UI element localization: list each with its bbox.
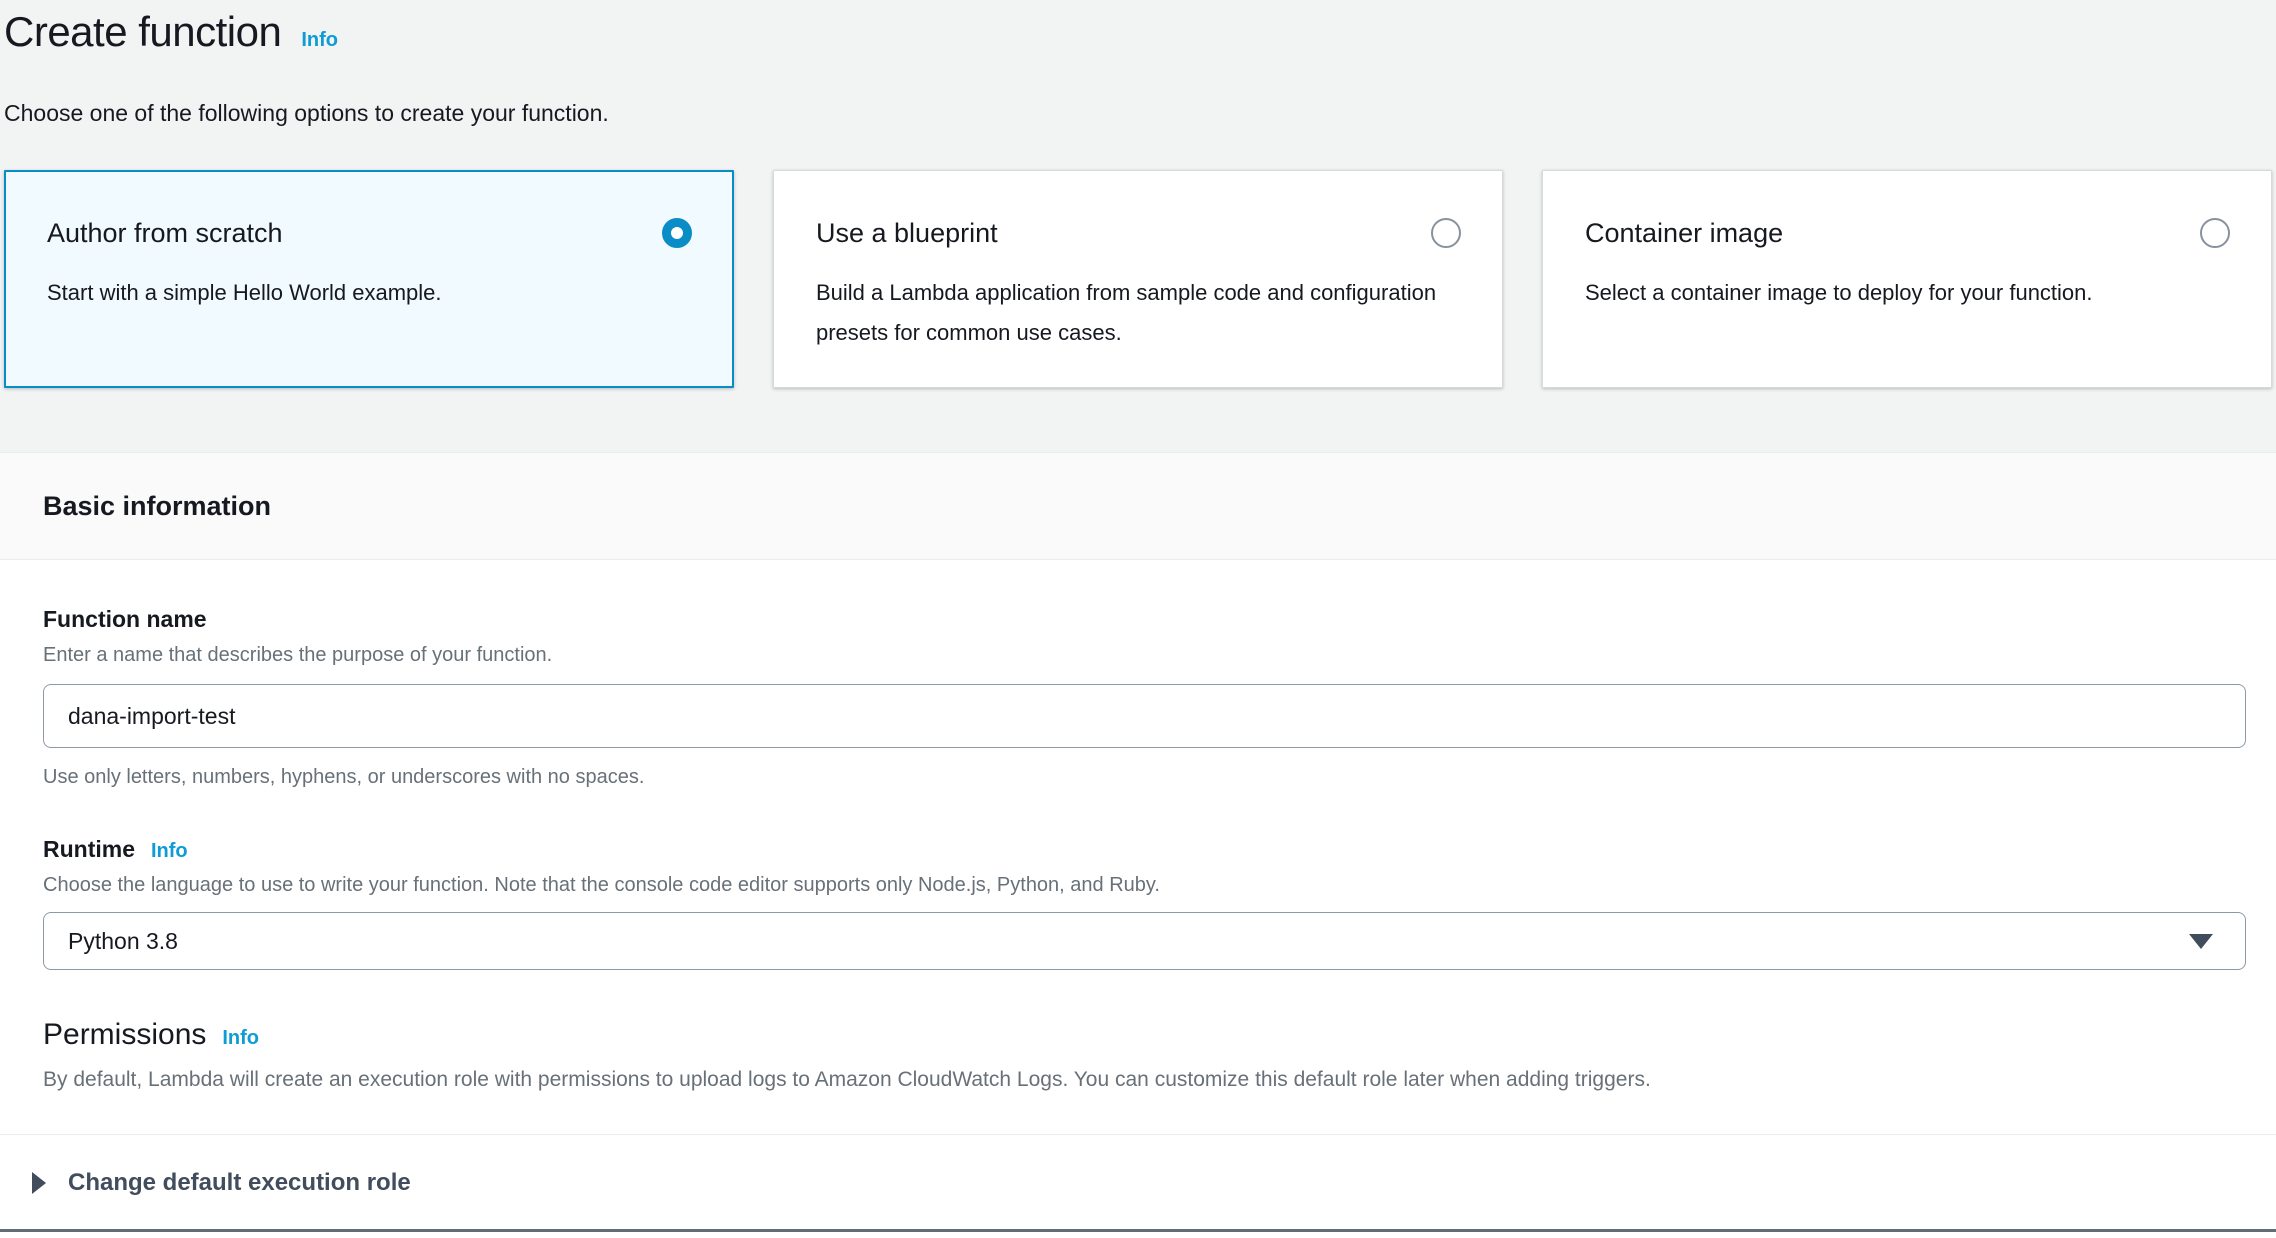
radio-use-a-blueprint[interactable] bbox=[1431, 218, 1461, 248]
runtime-info-link[interactable]: Info bbox=[151, 840, 188, 863]
runtime-field-group: Runtime Info Choose the language to use … bbox=[43, 834, 2246, 970]
runtime-label: Runtime bbox=[43, 834, 135, 864]
page-header-section: Create function Info Choose one of the f… bbox=[0, 0, 2276, 452]
page-subtitle: Choose one of the following options to c… bbox=[4, 98, 2276, 128]
function-name-label: Function name bbox=[43, 604, 2246, 634]
option-card-use-a-blueprint[interactable]: Use a blueprint Build a Lambda applicati… bbox=[773, 170, 1503, 388]
option-card-author-from-scratch[interactable]: Author from scratch Start with a simple … bbox=[4, 170, 734, 388]
runtime-selected-option: Python 3.8 bbox=[68, 928, 178, 955]
option-card-container-image[interactable]: Container image Select a container image… bbox=[1542, 170, 2272, 388]
title-info-link[interactable]: Info bbox=[301, 29, 338, 52]
radio-container-image[interactable] bbox=[2200, 218, 2230, 248]
function-name-description: Enter a name that describes the purpose … bbox=[43, 642, 2246, 668]
permissions-description: By default, Lambda will create an execut… bbox=[43, 1066, 2246, 1094]
title-row: Create function Info bbox=[4, 4, 2276, 60]
runtime-description: Choose the language to use to write your… bbox=[43, 872, 2246, 898]
card-description: Start with a simple Hello World example. bbox=[47, 273, 693, 313]
runtime-label-row: Runtime Info bbox=[43, 834, 2246, 864]
page-title: Create function bbox=[4, 4, 281, 60]
card-title: Container image bbox=[1585, 215, 2231, 251]
function-name-input[interactable] bbox=[43, 684, 2246, 748]
chevron-down-icon bbox=[2189, 934, 2213, 949]
function-name-constraint: Use only letters, numbers, hyphens, or u… bbox=[43, 764, 2246, 790]
permissions-heading-row: Permissions Info bbox=[43, 1016, 2246, 1054]
function-name-field-group: Function name Enter a name that describe… bbox=[43, 604, 2246, 790]
basic-information-section-header: Basic information bbox=[0, 452, 2276, 560]
permissions-info-link[interactable]: Info bbox=[222, 1027, 259, 1050]
basic-information-heading: Basic information bbox=[43, 491, 271, 522]
bottom-divider bbox=[0, 1229, 2276, 1232]
card-title: Author from scratch bbox=[47, 215, 693, 251]
permissions-section: Permissions Info By default, Lambda will… bbox=[43, 1016, 2246, 1094]
card-title: Use a blueprint bbox=[816, 215, 1462, 251]
expander-label: Change default execution role bbox=[68, 1169, 411, 1197]
permissions-heading: Permissions bbox=[43, 1016, 206, 1054]
caret-right-icon bbox=[32, 1172, 46, 1194]
radio-author-from-scratch[interactable] bbox=[662, 218, 692, 248]
basic-information-form: Function name Enter a name that describe… bbox=[0, 560, 2276, 1094]
creation-options: Author from scratch Start with a simple … bbox=[4, 170, 2276, 388]
runtime-select[interactable]: Python 3.8 bbox=[43, 912, 2246, 970]
card-description: Build a Lambda application from sample c… bbox=[816, 273, 1462, 353]
execution-role-expander[interactable]: Change default execution role bbox=[0, 1135, 2276, 1197]
card-description: Select a container image to deploy for y… bbox=[1585, 273, 2231, 313]
